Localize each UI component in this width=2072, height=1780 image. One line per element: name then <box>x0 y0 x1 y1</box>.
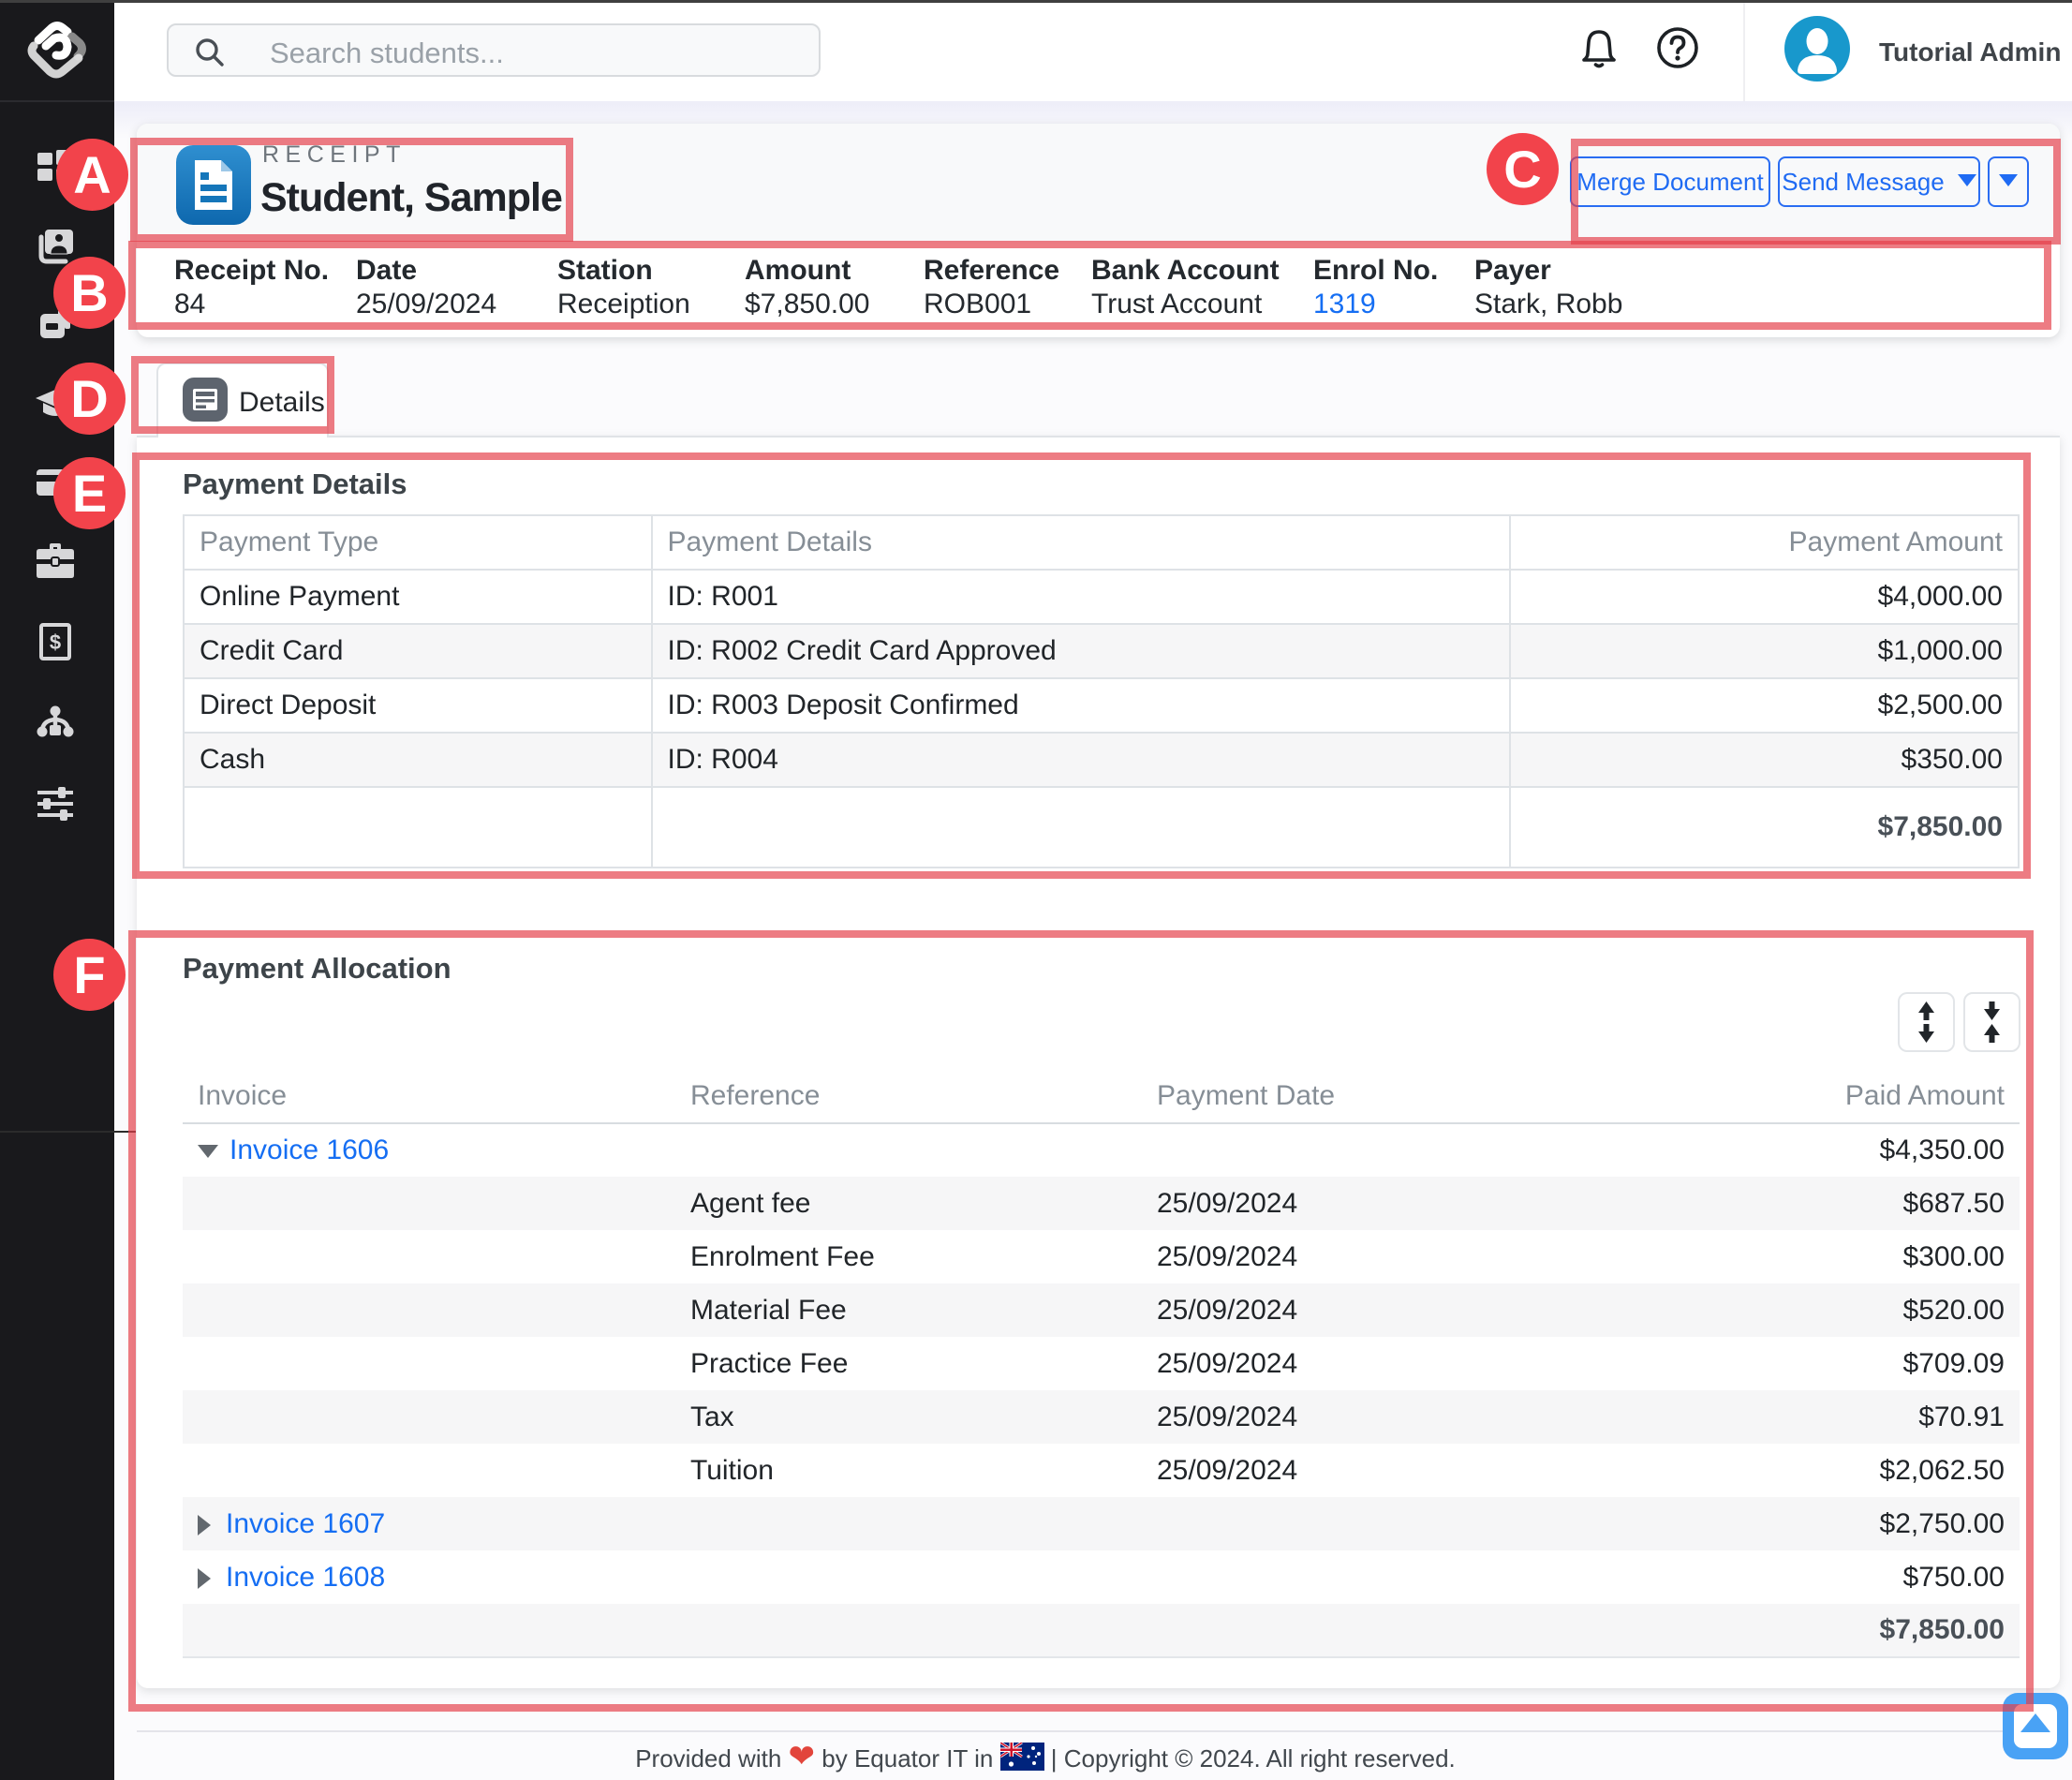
svg-text:$: $ <box>50 630 61 654</box>
